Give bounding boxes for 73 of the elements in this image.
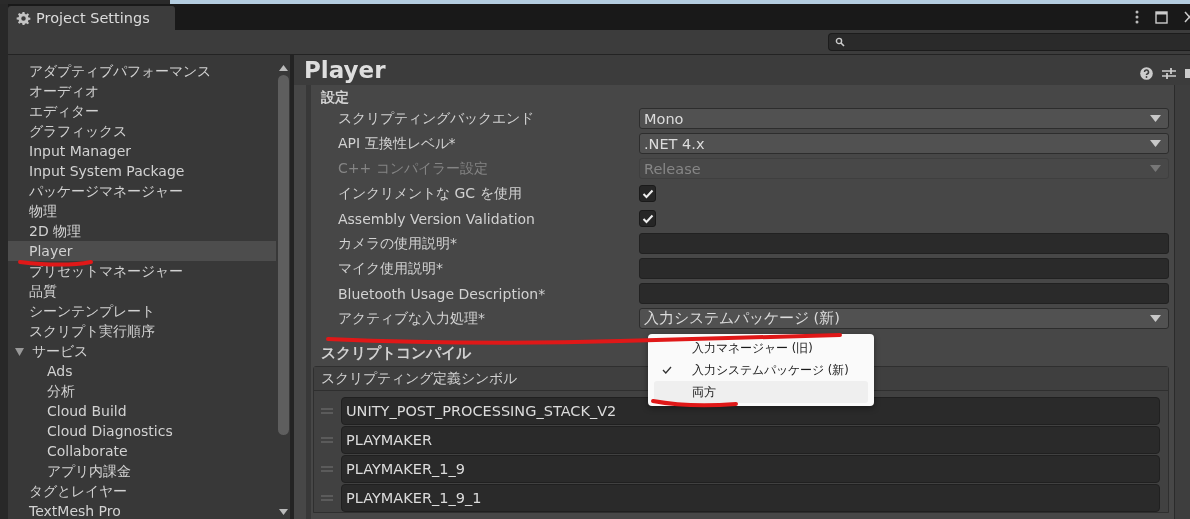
dropdown[interactable]: .NET 4.x	[639, 133, 1169, 154]
field-label: C++ コンパイラー設定	[338, 159, 489, 178]
text-field[interactable]	[639, 233, 1169, 254]
caret-icon	[1150, 165, 1161, 172]
page-title: Player	[304, 57, 386, 83]
field-label: マイク使用説明*	[338, 259, 444, 278]
symbol-field[interactable]: PLAYMAKER_1_9_1	[341, 483, 1160, 512]
sidebar-item[interactable]: TextMesh Pro	[8, 501, 276, 519]
dropdown[interactable]: 入力システムパッケージ (新)	[639, 308, 1169, 329]
search-icon	[835, 37, 845, 47]
dropdown-value: .NET 4.x	[644, 135, 705, 152]
sidebar-item[interactable]: パッケージマネージャー	[8, 181, 276, 201]
drag-handle-icon[interactable]	[321, 436, 333, 443]
dropdown-value: 入力システムパッケージ (新)	[644, 309, 840, 328]
caret-icon	[1150, 140, 1161, 147]
window-tab[interactable]: Project Settings	[8, 6, 175, 30]
section-title: スクリプトコンパイル	[321, 344, 471, 362]
sidebar-item[interactable]: エディター	[8, 101, 276, 121]
window-title: Project Settings	[36, 10, 150, 26]
sliders-icon[interactable]	[1162, 66, 1176, 80]
sidebar-item[interactable]: アプリ内課金	[8, 461, 276, 481]
sidebar-item[interactable]: Cloud Build	[8, 401, 276, 421]
scroll-down-icon[interactable]	[278, 509, 288, 515]
sidebar-item[interactable]: タグとレイヤー	[8, 481, 276, 501]
sidebar-item[interactable]: 分析	[8, 381, 276, 401]
sidebar-item[interactable]: Cloud Diagnostics	[8, 421, 276, 441]
sidebar-item[interactable]: サービス	[32, 343, 88, 359]
dropdown-value: Release	[644, 160, 701, 177]
maximize-icon[interactable]	[1155, 10, 1168, 24]
field-label: スクリプティングバックエンド	[338, 109, 535, 128]
help-icon[interactable]	[1140, 66, 1153, 80]
field-label: カメラの使用説明*	[338, 234, 458, 253]
field-label: API 互換性レベル*	[338, 134, 457, 153]
sidebar-item[interactable]: Collaborate	[8, 441, 276, 461]
search-field[interactable]	[828, 33, 1190, 51]
sidebar-item[interactable]: シーンテンプレート	[8, 301, 276, 321]
sidebar-item[interactable]: 物理	[8, 201, 276, 221]
sidebar-item[interactable]: Input System Package	[8, 161, 276, 181]
field-label: インクリメントな GC を使用	[338, 184, 523, 203]
sidebar-item[interactable]: Input Manager	[8, 141, 276, 161]
sidebar-item[interactable]: Ads	[8, 361, 276, 381]
menu-item[interactable]: 入力マネージャー (旧)	[654, 337, 868, 359]
sidebar-item[interactable]: オーディオ	[8, 81, 276, 101]
field-label: アクティブな入力処理*	[338, 309, 486, 328]
drag-handle-icon[interactable]	[321, 465, 333, 472]
dropdown[interactable]: Mono	[639, 108, 1169, 129]
checkbox[interactable]	[639, 185, 656, 202]
close-icon[interactable]	[1184, 11, 1190, 23]
field-label: Assembly Version Validation	[338, 210, 536, 227]
checkbox[interactable]	[639, 210, 656, 227]
dropdown-value: Mono	[644, 110, 684, 127]
text-field[interactable]	[639, 283, 1169, 304]
drag-handle-icon[interactable]	[321, 407, 333, 414]
scrollbar[interactable]	[1174, 85, 1190, 519]
sidebar-item[interactable]: 品質	[8, 281, 276, 301]
symbol-field[interactable]: PLAYMAKER	[341, 425, 1160, 454]
drag-handle-icon[interactable]	[321, 494, 333, 501]
more-options-icon[interactable]	[1135, 10, 1139, 24]
scroll-thumb[interactable]	[277, 75, 289, 435]
field-label: Bluetooth Usage Description*	[338, 285, 547, 302]
sidebar-item[interactable]: スクリプト実行順序	[8, 321, 276, 341]
sidebar-item[interactable]: Player	[8, 241, 276, 261]
symbol-field[interactable]: PLAYMAKER_1_9	[341, 454, 1160, 483]
text-field[interactable]	[639, 258, 1169, 279]
sidebar-item[interactable]: プリセットマネージャー	[8, 261, 276, 281]
sidebar-item[interactable]: グラフィックス	[8, 121, 276, 141]
caret-icon	[1150, 115, 1161, 122]
caret-icon	[1150, 315, 1161, 322]
sidebar-item[interactable]: アダプティブパフォーマンス	[8, 61, 276, 81]
scroll-up-icon[interactable]	[278, 65, 288, 71]
section-title: 設定	[321, 88, 349, 106]
menu-item[interactable]: 両方	[654, 381, 868, 403]
sidebar-item[interactable]: 2D 物理	[8, 221, 276, 241]
